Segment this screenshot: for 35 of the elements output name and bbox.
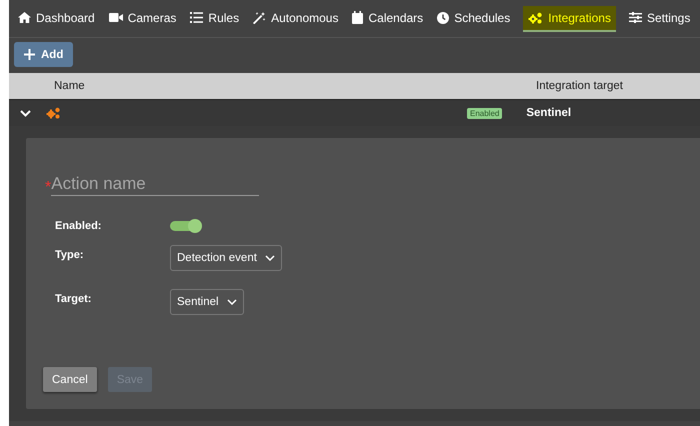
nav-tab[interactable]: Integrations: [523, 6, 616, 32]
toggle-switch[interactable]: [170, 219, 203, 233]
dropdown[interactable]: Detection event: [170, 245, 282, 271]
form-button[interactable]: Cancel: [43, 367, 97, 392]
gears-icon: [528, 12, 544, 24]
calendar-icon: [352, 11, 364, 24]
home-icon: [18, 12, 31, 23]
column-header: Integration target: [536, 80, 623, 92]
table-cell: Sentinel: [526, 107, 572, 119]
field-label: Target:: [55, 292, 92, 307]
list-icon: [190, 12, 204, 23]
sliders-icon: [628, 12, 642, 23]
action-name-field[interactable]: Action name: [51, 174, 260, 196]
required-mark: *: [45, 180, 52, 196]
nav-tab[interactable]: Rules: [189, 6, 240, 32]
field-label: Type:: [55, 248, 85, 263]
gears-icon: [46, 107, 61, 119]
field-label: Enabled:: [55, 220, 102, 232]
nav-tab[interactable]: Dashboard: [17, 6, 96, 32]
nav-tab[interactable]: Schedules: [436, 6, 512, 32]
column-header: Name: [54, 80, 86, 92]
magic-wand-icon: [253, 12, 266, 24]
video-camera-icon: [108, 13, 123, 22]
chevron-icon[interactable]: [20, 110, 31, 116]
plus-icon: [24, 49, 35, 60]
nav-tab[interactable]: Calendars: [351, 6, 424, 32]
chevron-down-icon: [264, 255, 275, 261]
status-badge: Enabled: [467, 108, 502, 118]
nav-tab[interactable]: Cameras: [108, 6, 178, 32]
dropdown[interactable]: Sentinel: [170, 289, 244, 315]
add-button[interactable]: Add: [14, 42, 74, 67]
clock-icon: [437, 12, 450, 24]
nav-tab[interactable]: Autonomous: [252, 6, 340, 32]
nav-tab[interactable]: Settings: [628, 6, 692, 32]
chevron-down-icon: [226, 299, 237, 305]
